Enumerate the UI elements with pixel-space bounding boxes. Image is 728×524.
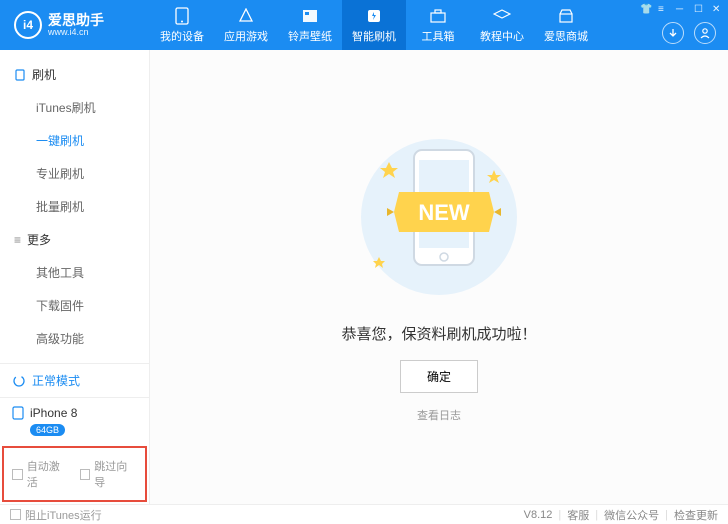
sidebar-item-pro[interactable]: 专业刷机: [0, 157, 149, 190]
success-illustration: NEW: [339, 132, 539, 305]
user-button[interactable]: [694, 22, 716, 44]
shop-icon: [557, 7, 575, 25]
menu-icon[interactable]: ≡: [658, 4, 668, 15]
sidebar-item-itunes[interactable]: iTunes刷机: [0, 91, 149, 124]
app-icon: [237, 7, 255, 25]
success-message: 恭喜您，保资料刷机成功啦！: [341, 323, 536, 344]
main-content: NEW 恭喜您，保资料刷机成功啦！ 确定 查看日志: [150, 50, 728, 504]
download-button[interactable]: [662, 22, 684, 44]
nav-ringtone[interactable]: 铃声壁纸: [278, 0, 342, 50]
support-link[interactable]: 客服: [567, 507, 589, 523]
phone-icon: [14, 69, 26, 81]
graduation-icon: [493, 7, 511, 25]
nav: 我的设备 应用游戏 铃声壁纸 智能刷机 工具箱 教程中心 爱思商城: [150, 0, 598, 50]
checkbox-auto-activate[interactable]: 自动激活: [12, 458, 70, 490]
image-icon: [301, 7, 319, 25]
logo-title: 爱思助手: [48, 13, 104, 27]
sidebar-item-batch[interactable]: 批量刷机: [0, 190, 149, 223]
svg-text:NEW: NEW: [418, 200, 470, 225]
sidebar-options: 自动激活 跳过向导: [2, 446, 147, 502]
sidebar-item-oneclick[interactable]: 一键刷机: [0, 124, 149, 157]
logo-icon: i4: [14, 11, 42, 39]
list-icon: ≡: [14, 233, 21, 247]
nav-tutorial[interactable]: 教程中心: [470, 0, 534, 50]
phone-icon: [12, 406, 24, 420]
minimize-icon[interactable]: ─: [676, 4, 686, 15]
sidebar-status[interactable]: 正常模式: [0, 363, 149, 397]
sidebar-device[interactable]: iPhone 8 64GB: [0, 397, 149, 444]
wechat-link[interactable]: 微信公众号: [604, 507, 659, 523]
update-link[interactable]: 检查更新: [674, 507, 718, 523]
sidebar-group-more: ≡ 更多: [0, 223, 149, 256]
briefcase-icon: [429, 7, 447, 25]
nav-apps[interactable]: 应用游戏: [214, 0, 278, 50]
maximize-icon[interactable]: ☐: [694, 4, 704, 15]
checkbox-skip-guide[interactable]: 跳过向导: [80, 458, 138, 490]
nav-my-device[interactable]: 我的设备: [150, 0, 214, 50]
checkbox-block-itunes[interactable]: 阻止iTunes运行: [10, 507, 102, 523]
version-label: V8.12: [524, 509, 553, 521]
phone-icon: [173, 7, 191, 25]
nav-flash[interactable]: 智能刷机: [342, 0, 406, 50]
confirm-button[interactable]: 确定: [400, 360, 478, 393]
logo-sub: www.i4.cn: [48, 27, 104, 38]
sidebar-item-other[interactable]: 其他工具: [0, 256, 149, 289]
sidebar: 刷机 iTunes刷机 一键刷机 专业刷机 批量刷机 ≡ 更多 其他工具 下载固…: [0, 50, 150, 504]
nav-toolbox[interactable]: 工具箱: [406, 0, 470, 50]
footer: 阻止iTunes运行 V8.12 | 客服 | 微信公众号 | 检查更新: [0, 504, 728, 524]
header-right: [662, 22, 716, 44]
close-icon[interactable]: ✕: [712, 4, 722, 15]
header: i4 爱思助手 www.i4.cn 我的设备 应用游戏 铃声壁纸 智能刷机 工具…: [0, 0, 728, 50]
window-controls: 👕 ≡ ─ ☐ ✕: [640, 4, 722, 15]
flash-icon: [365, 7, 383, 25]
sidebar-item-advanced[interactable]: 高级功能: [0, 322, 149, 355]
refresh-icon: [12, 374, 26, 388]
view-log-link[interactable]: 查看日志: [417, 407, 461, 423]
sidebar-item-firmware[interactable]: 下载固件: [0, 289, 149, 322]
logo[interactable]: i4 爱思助手 www.i4.cn: [0, 11, 150, 39]
skin-icon[interactable]: 👕: [640, 4, 650, 15]
storage-badge: 64GB: [30, 424, 65, 436]
nav-shop[interactable]: 爱思商城: [534, 0, 598, 50]
sidebar-group-flash: 刷机: [0, 58, 149, 91]
